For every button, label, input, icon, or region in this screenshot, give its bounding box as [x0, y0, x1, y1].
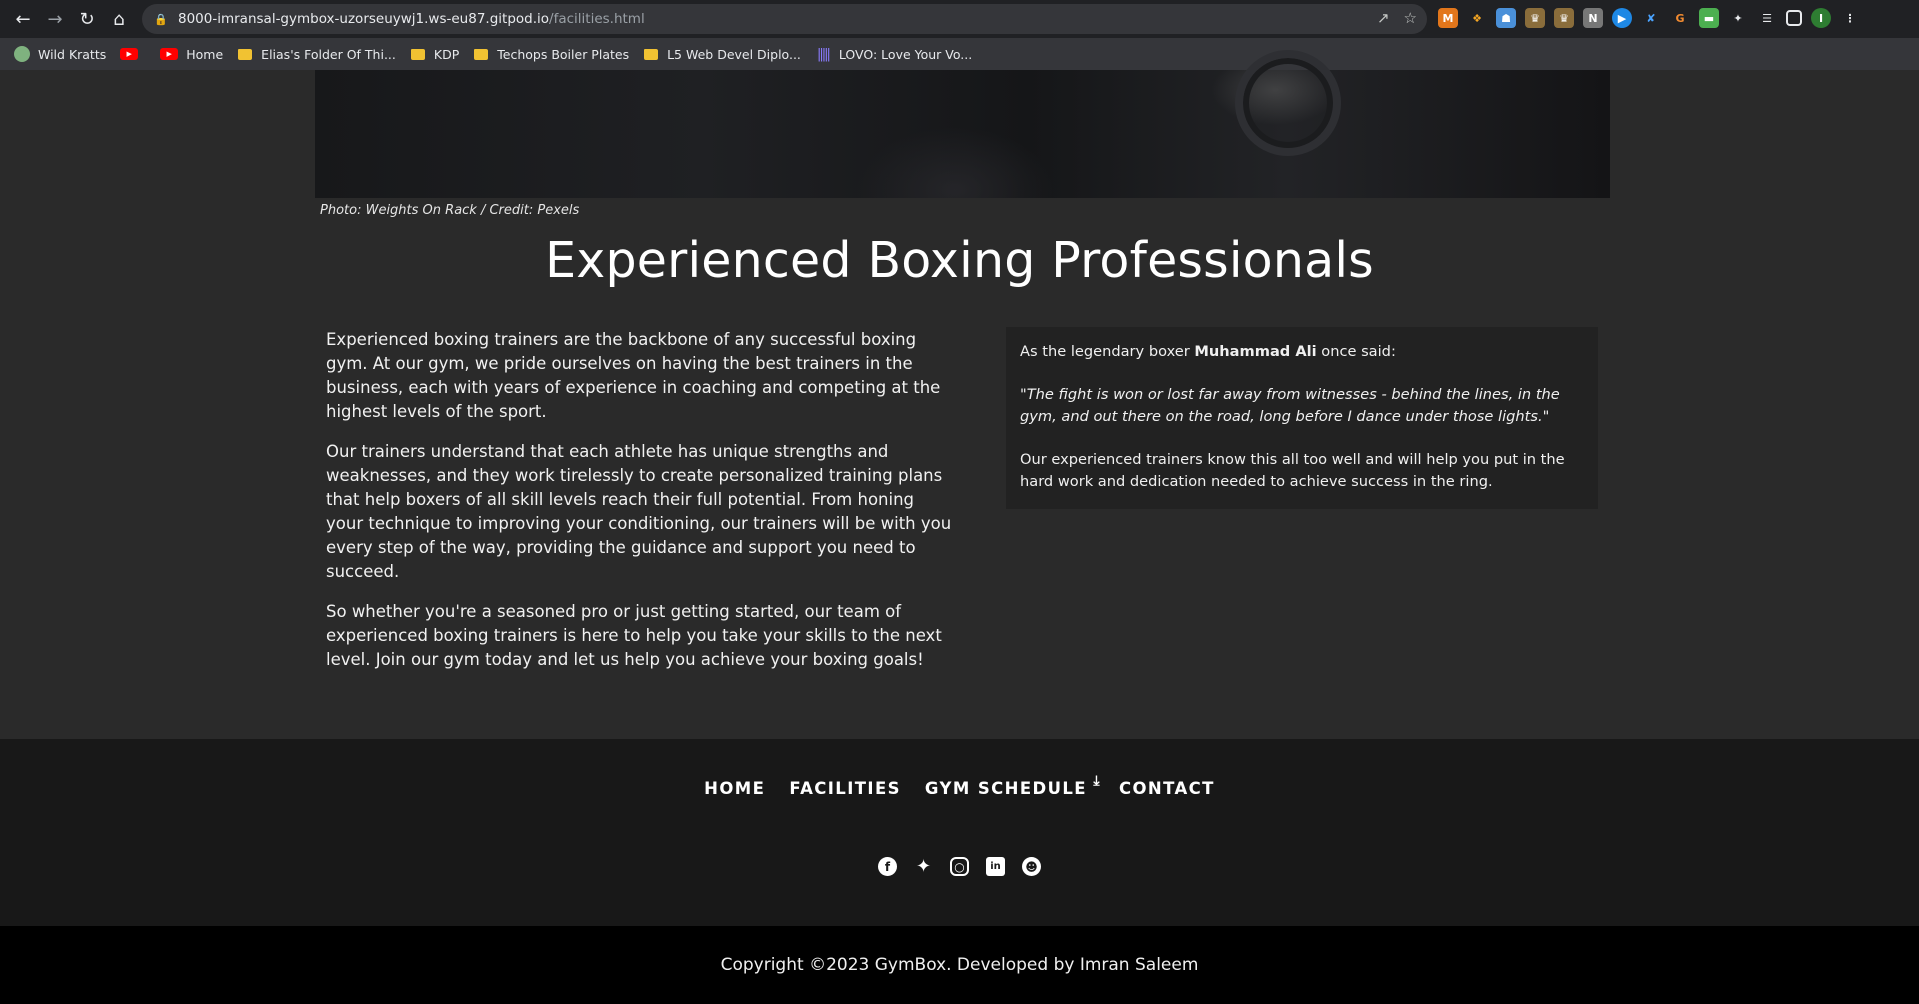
url-text[interactable]: 8000-imransal-gymbox-uzorseuywj1.ws-eu87… [178, 11, 645, 27]
paragraph: Our trainers understand that each athlet… [326, 442, 952, 581]
extension-icon[interactable]: ❖ [1467, 8, 1487, 28]
extensions-bar: M ❖ ☗ ♛ ♛ N ▶ ✘ G ▬ ✦ ☰ I ⋮ [1438, 8, 1860, 28]
profile-avatar[interactable]: I [1811, 8, 1831, 28]
footer-nav: HOME FACILITIES GYM SCHEDULE ⤓ CONTACT [0, 773, 1919, 798]
footer: HOME FACILITIES GYM SCHEDULE ⤓ CONTACT f … [0, 739, 1919, 926]
side-panel-icon[interactable] [1786, 10, 1802, 26]
bookmark-item[interactable]: ||||| LOVO: Love Your Vo... [815, 46, 972, 62]
globe-icon [14, 46, 30, 62]
bookmark-label: LOVO: Love Your Vo... [838, 46, 973, 62]
bookmark-item[interactable]: ▶ [120, 48, 146, 60]
linkedin-icon[interactable]: in [986, 857, 1005, 876]
youtube-icon: ▶ [120, 48, 139, 60]
bookmark-item[interactable]: ▶ Home [160, 47, 223, 62]
metamask-icon[interactable]: M [1438, 8, 1458, 28]
quote-text: "The fight is won or lost far away from … [1020, 386, 1560, 425]
trainers-description: Experienced boxing trainers are the back… [326, 328, 956, 688]
bookmark-label: Wild Kratts [38, 46, 107, 62]
share-icon[interactable]: ↗ [1377, 9, 1390, 27]
youtube-icon: ▶ [160, 48, 179, 60]
weight-plate-shape [1235, 50, 1341, 156]
home-icon[interactable]: ⌂ [104, 4, 134, 34]
bookmark-label: KDP [433, 46, 460, 62]
browser-toolbar: ← → ↻ ⌂ 🔒 8000-imransal-gymbox-uzorseuyw… [0, 0, 1919, 38]
extension-icon[interactable]: ▶ [1612, 8, 1632, 28]
url-path: /facilities.html [549, 11, 645, 27]
extension-icon[interactable]: ✘ [1641, 8, 1661, 28]
forward-arrow-icon[interactable]: → [40, 4, 70, 34]
github-icon[interactable]: ☻ [1022, 857, 1041, 876]
address-bar[interactable]: 🔒 8000-imransal-gymbox-uzorseuywj1.ws-eu… [142, 4, 1427, 34]
folder-icon [410, 46, 426, 62]
puzzle-icon[interactable]: ✦ [1728, 8, 1748, 28]
extension-icon[interactable]: ☗ [1496, 8, 1516, 28]
bookmark-item[interactable]: Techops Boiler Plates [473, 46, 629, 62]
quote-box: As the legendary boxer Muhammad Ali once… [1006, 327, 1598, 509]
url-host: 8000-imransal-gymbox-uzorseuywj1.ws-eu87… [178, 11, 550, 27]
bookmark-label: Elias's Folder Of Thi... [261, 46, 396, 62]
quote-intro: As the legendary boxer Muhammad Ali once… [1020, 341, 1584, 363]
footer-link-facilities[interactable]: FACILITIES [789, 779, 901, 798]
footer-link-label: GYM SCHEDULE [924, 779, 1087, 798]
menu-dots-icon[interactable]: ⋮ [1840, 8, 1860, 28]
quote-intro-text: once said: [1316, 343, 1396, 360]
reload-icon[interactable]: ↻ [72, 4, 102, 34]
folder-icon [237, 46, 253, 62]
bookmark-label: Techops Boiler Plates [497, 46, 630, 62]
quote-closing: Our experienced trainers know this all t… [1020, 451, 1565, 490]
bookmark-star-icon[interactable]: ☆ [1404, 9, 1417, 27]
footer-link-home[interactable]: HOME [704, 779, 765, 798]
download-icon: ⤓ [1093, 773, 1101, 789]
section-title: Experienced Boxing Professionals [545, 232, 1374, 289]
reading-list-icon[interactable]: ☰ [1757, 8, 1777, 28]
extension-icon[interactable]: G [1670, 8, 1690, 28]
copyright-bar: Copyright ©2023 GymBox. Developed by Imr… [0, 926, 1919, 1004]
bookmarks-bar: Wild Kratts ▶ ▶ Home Elias's Folder Of Th… [0, 38, 1919, 71]
bookmark-item[interactable]: KDP [410, 46, 459, 62]
bookmark-label: Home [186, 46, 224, 62]
lock-icon: 🔒 [154, 12, 168, 26]
social-links: f ✦ ○ in ☻ [0, 856, 1919, 877]
paragraph: Experienced boxing trainers are the back… [326, 330, 941, 421]
bookmark-item[interactable]: Wild Kratts [14, 46, 106, 62]
quote-intro-text: As the legendary boxer [1020, 343, 1195, 360]
audio-wave-icon: ||||| [816, 46, 831, 62]
image-caption: Photo: Weights On Rack / Credit: Pexels [320, 203, 580, 218]
extension-icon[interactable]: ♛ [1554, 8, 1574, 28]
bookmark-item[interactable]: L5 Web Devel Diplo... [643, 46, 801, 62]
copyright-text: Copyright ©2023 GymBox. Developed by Imr… [720, 955, 1199, 975]
bookmark-label: L5 Web Devel Diplo... [667, 46, 801, 62]
facebook-icon[interactable]: f [878, 857, 897, 876]
page-content: Photo: Weights On Rack / Credit: Pexels … [0, 50, 1919, 1004]
footer-link-gym-schedule[interactable]: GYM SCHEDULE ⤓ [924, 773, 1100, 798]
extension-icon[interactable]: N [1583, 8, 1603, 28]
footer-link-contact[interactable]: CONTACT [1119, 779, 1215, 798]
instagram-icon[interactable]: ○ [950, 857, 969, 876]
paragraph: So whether you're a seasoned pro or just… [326, 602, 942, 669]
back-arrow-icon[interactable]: ← [8, 4, 38, 34]
hero-image [315, 50, 1610, 198]
bookmark-item[interactable]: Elias's Folder Of Thi... [237, 46, 396, 62]
extension-icon[interactable]: ♛ [1525, 8, 1545, 28]
folder-icon [643, 46, 659, 62]
extension-icon[interactable]: ▬ [1699, 8, 1719, 28]
quote-author: Muhammad Ali [1194, 343, 1317, 360]
folder-icon [473, 46, 489, 62]
twitter-icon[interactable]: ✦ [914, 856, 933, 877]
